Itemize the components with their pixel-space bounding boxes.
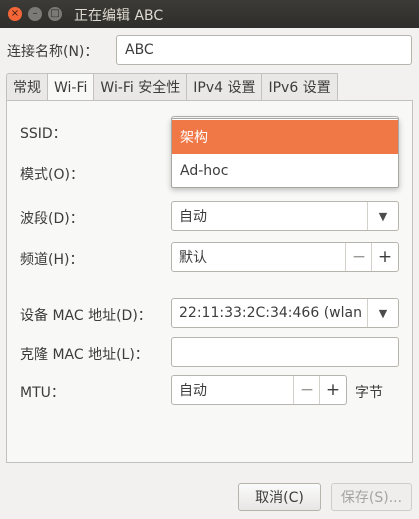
cloned-mac-input[interactable] xyxy=(171,337,399,367)
mode-label: 模式(O)： xyxy=(20,167,84,183)
close-icon: × xyxy=(10,8,20,19)
cloned-mac-label: 克隆 MAC 地址(L)： xyxy=(20,347,149,363)
chevron-down-icon: ▼ xyxy=(367,299,398,327)
mode-option-infrastructure[interactable]: 架构 xyxy=(172,120,398,154)
device-mac-value: 22:11:33:2C:34:466 (wlan xyxy=(179,305,362,321)
channel-decrement-button[interactable]: − xyxy=(345,243,372,271)
channel-spinbutton[interactable]: 默认 − + xyxy=(171,242,399,272)
mode-option-adhoc[interactable]: Ad-hoc xyxy=(172,154,398,188)
tab-ipv4[interactable]: IPv4 设置 xyxy=(187,73,263,100)
band-label: 波段(D)： xyxy=(20,211,84,227)
mtu-value: 自动 xyxy=(179,383,207,399)
window-title: 正在编辑 ABC xyxy=(74,8,164,24)
tab-wifi-security[interactable]: Wi-Fi 安全性 xyxy=(94,73,188,100)
channel-increment-button[interactable]: + xyxy=(371,243,398,271)
tab-general[interactable]: 常规 xyxy=(6,73,48,100)
mtu-label: MTU： xyxy=(20,385,65,401)
cancel-button[interactable]: 取消(C) xyxy=(238,483,321,511)
close-window-button[interactable]: × xyxy=(8,7,22,21)
minimize-icon: – xyxy=(32,8,38,19)
tab-wifi[interactable]: Wi-Fi xyxy=(48,73,95,101)
mtu-unit-label: 字节 xyxy=(355,385,383,401)
connection-name-input[interactable]: ABC xyxy=(116,35,412,65)
save-button[interactable]: 保存(S)... xyxy=(331,483,412,511)
channel-label: 频道(H)： xyxy=(20,252,84,268)
window-titlebar: × – □ 正在编辑 ABC xyxy=(0,0,419,28)
band-select[interactable]: 自动 ▼ xyxy=(171,201,399,231)
settings-tabs: 常规 Wi-Fi Wi-Fi 安全性 IPv4 设置 IPv6 设置 xyxy=(6,73,338,101)
channel-value: 默认 xyxy=(179,250,207,266)
device-mac-label: 设备 MAC 地址(D)： xyxy=(20,308,152,324)
maximize-icon: □ xyxy=(50,8,60,19)
connection-name-value: ABC xyxy=(125,42,154,58)
tab-ipv6[interactable]: IPv6 设置 xyxy=(262,73,338,100)
device-mac-select[interactable]: 22:11:33:2C:34:466 (wlan ▼ xyxy=(171,298,399,328)
mtu-increment-button[interactable]: + xyxy=(319,376,346,404)
maximize-window-button[interactable]: □ xyxy=(48,7,62,21)
mtu-spinbutton[interactable]: 自动 − + xyxy=(171,375,347,405)
band-value: 自动 xyxy=(179,209,207,225)
connection-name-label: 连接名称(N)： xyxy=(7,44,99,60)
minimize-window-button[interactable]: – xyxy=(28,7,42,21)
chevron-down-icon: ▼ xyxy=(367,202,398,230)
mode-dropdown-menu: 架构 Ad-hoc xyxy=(171,118,399,188)
ssid-label: SSID： xyxy=(20,126,67,142)
mtu-decrement-button[interactable]: − xyxy=(293,376,320,404)
